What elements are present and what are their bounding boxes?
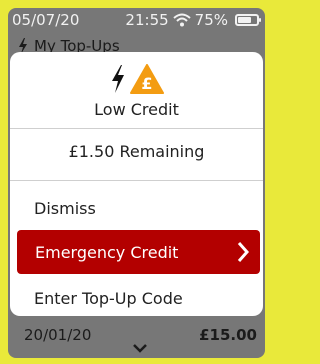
- topup-amount: £15.00: [199, 326, 257, 344]
- status-bar: 05/07/20 21:55 75%: [8, 8, 265, 32]
- status-time: 21:55: [125, 11, 169, 29]
- status-date: 05/07/20: [12, 11, 80, 29]
- divider: [10, 180, 263, 181]
- enter-topup-code-label: Enter Top-Up Code: [34, 288, 183, 308]
- low-credit-dialog: £ Low Credit £1.50 Remaining Dismiss Eme…: [10, 52, 263, 316]
- dismiss-label: Dismiss: [34, 198, 96, 218]
- divider: [10, 128, 263, 129]
- emergency-credit-button[interactable]: Emergency Credit: [17, 230, 260, 274]
- wifi-icon: [172, 13, 191, 27]
- battery-percent: 75%: [194, 11, 228, 29]
- enter-topup-code-button[interactable]: Enter Top-Up Code: [10, 278, 263, 316]
- dismiss-button[interactable]: Dismiss: [10, 188, 263, 228]
- chevron-right-icon: [237, 242, 250, 262]
- emergency-credit-label: Emergency Credit: [35, 242, 179, 262]
- warning-pound-icon: £: [129, 64, 164, 94]
- device-screen: 05/07/20 21:55 75% My Top-Ups 20/01/20 £…: [8, 8, 265, 358]
- lightning-icon: [111, 65, 124, 93]
- dialog-icons: £: [10, 62, 263, 96]
- status-right: 21:55 75%: [125, 11, 261, 29]
- pound-symbol: £: [141, 74, 152, 93]
- credit-remaining: £1.50 Remaining: [68, 142, 205, 161]
- chevron-down-icon[interactable]: [132, 342, 148, 354]
- dialog-title: Low Credit: [94, 100, 179, 119]
- battery-icon: [235, 14, 261, 26]
- topup-date: 20/01/20: [24, 326, 92, 344]
